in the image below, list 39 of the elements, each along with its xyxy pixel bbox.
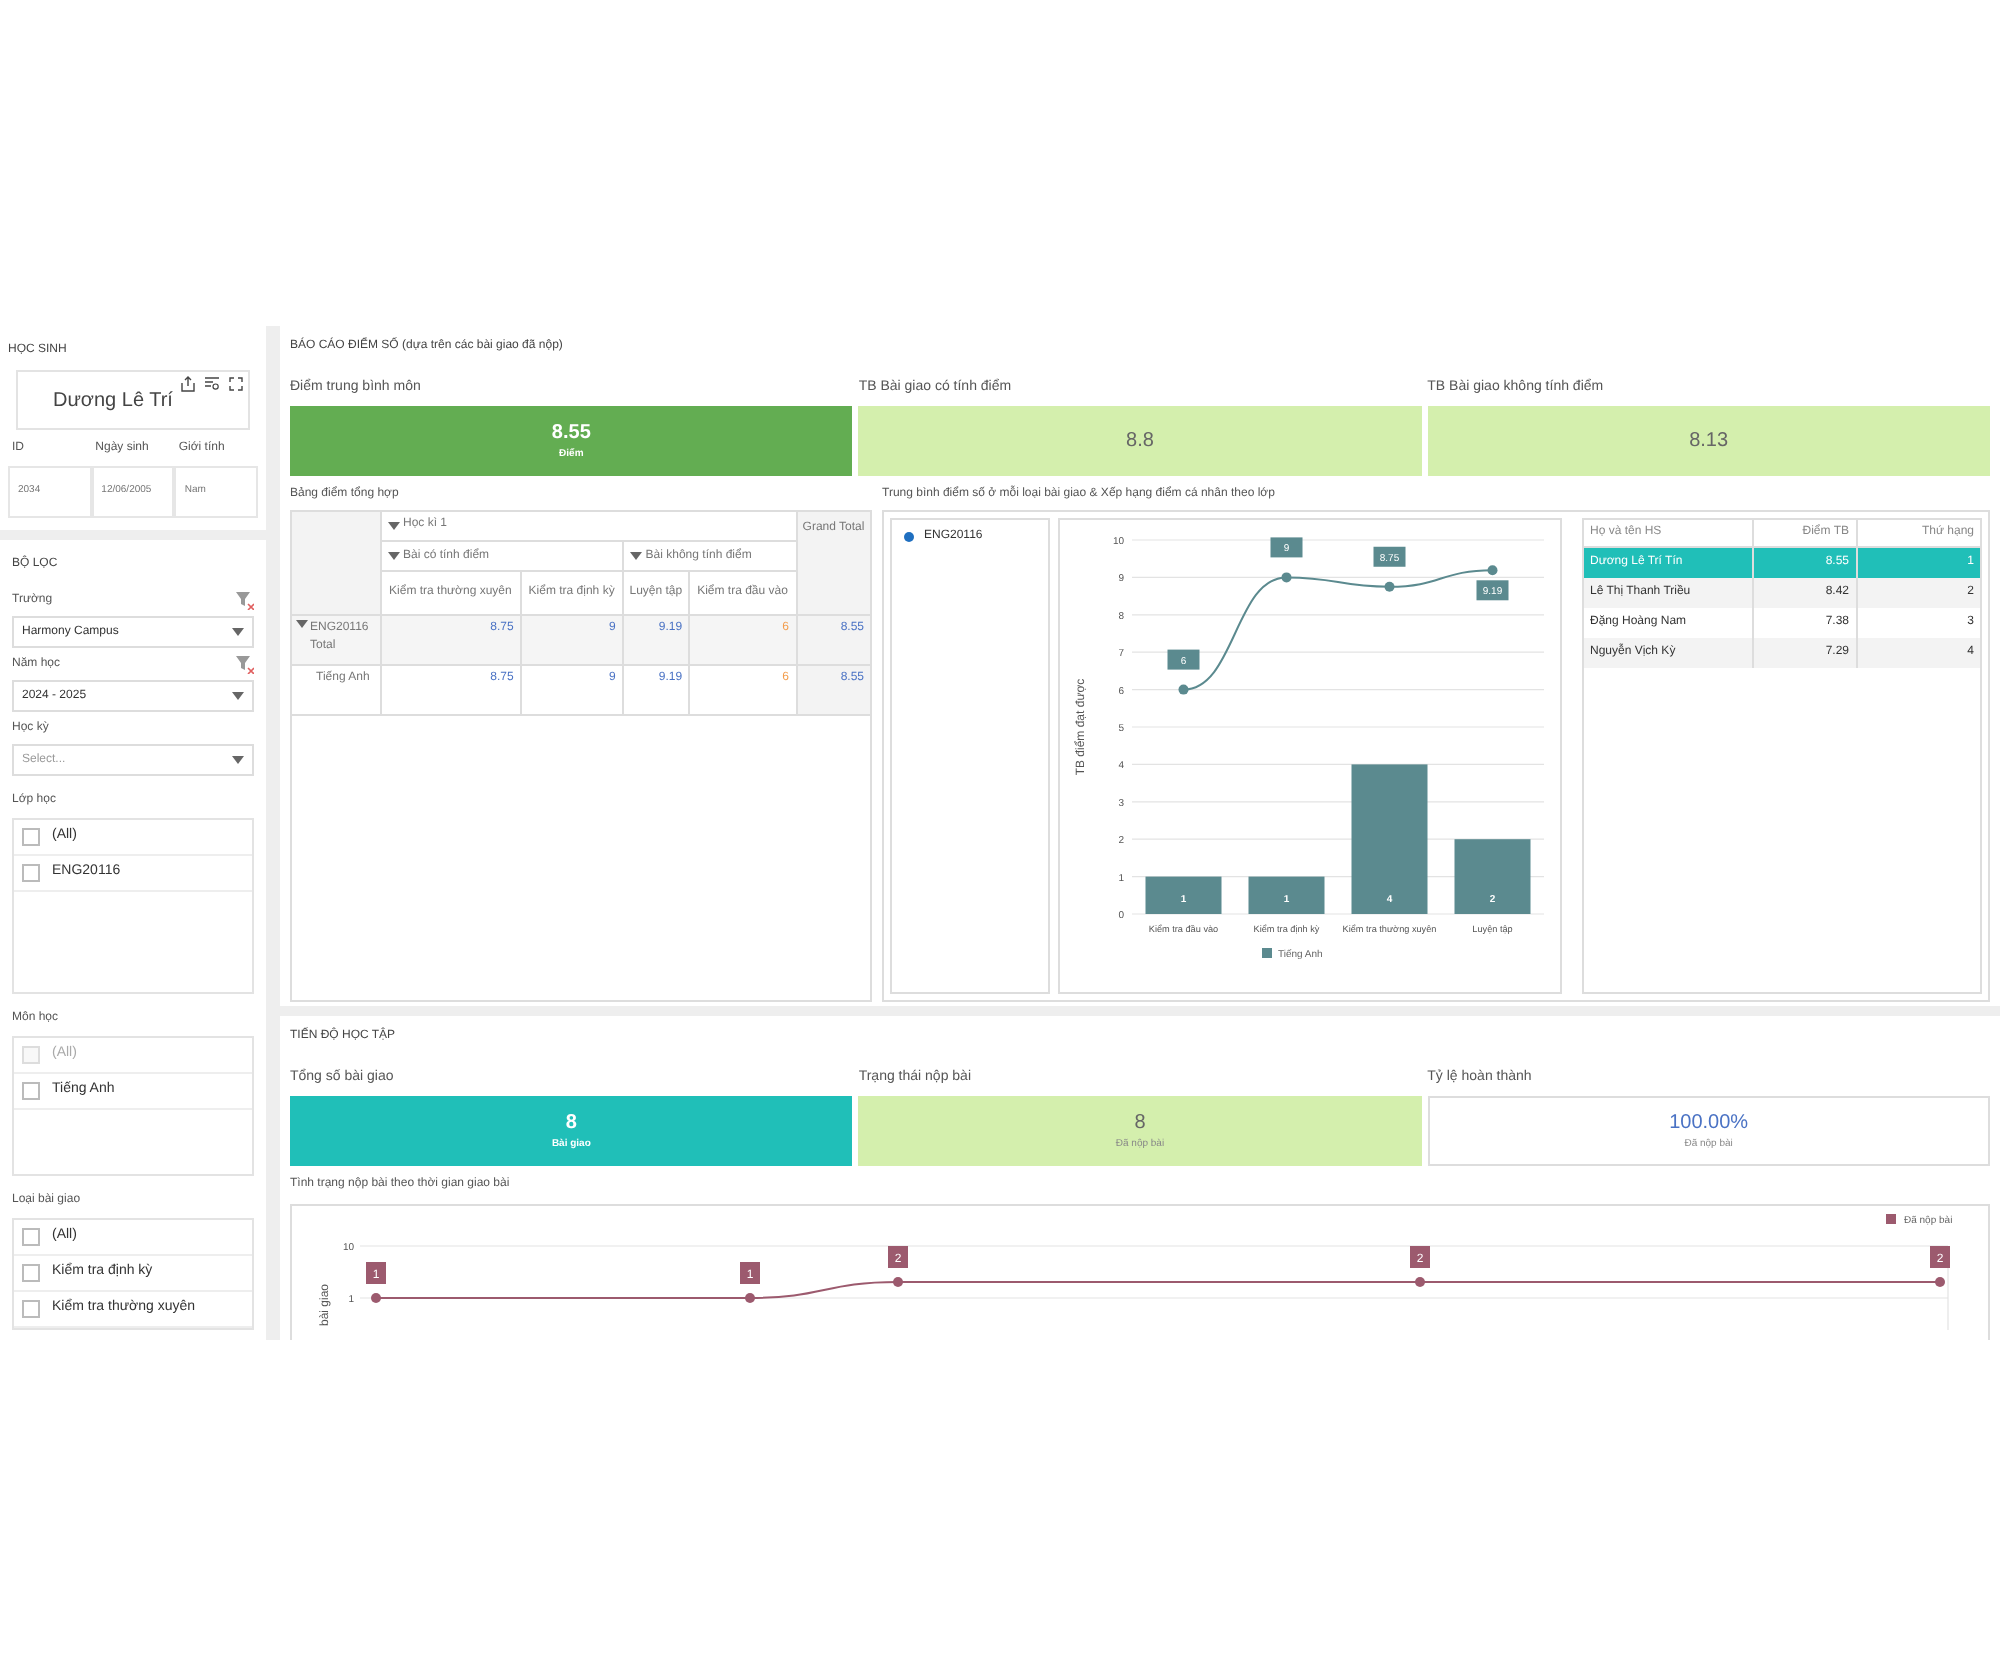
- data-point: [1281, 571, 1292, 582]
- checkbox[interactable]: [22, 864, 40, 882]
- caret-icon: [629, 552, 642, 560]
- caret-icon: [387, 552, 399, 560]
- caret-icon: [296, 620, 308, 628]
- data-point: [1415, 1276, 1425, 1286]
- bar: [1248, 875, 1325, 913]
- data-point: [893, 1276, 903, 1286]
- data-point: [1487, 564, 1498, 575]
- share-icon[interactable]: [180, 376, 196, 392]
- checkbox[interactable]: [22, 1082, 40, 1100]
- fullscreen-icon[interactable]: [228, 376, 244, 392]
- data-point: [1178, 683, 1189, 694]
- bar: [1145, 875, 1222, 913]
- bar: [1454, 838, 1531, 913]
- legend-swatch: [1886, 1213, 1896, 1223]
- legend-swatch: [1262, 947, 1272, 957]
- filter-clear-icon[interactable]: [236, 592, 254, 610]
- data-point: [745, 1292, 755, 1302]
- caret-icon: [232, 628, 244, 636]
- kpi-value: 8.13: [1689, 427, 1729, 455]
- caret-icon: [387, 521, 399, 530]
- kpi-value: 8.8: [1126, 427, 1154, 455]
- student-name: Dương Lê Trí: [53, 387, 175, 415]
- data-point: [1384, 580, 1395, 591]
- kpi-value: 8: [565, 1109, 577, 1138]
- filter-clear-icon[interactable]: [236, 656, 254, 674]
- checkbox[interactable]: [22, 1228, 40, 1246]
- kpi-value: 100.00%: [1669, 1109, 1749, 1138]
- caret-icon: [232, 692, 244, 700]
- checkbox[interactable]: [22, 828, 40, 846]
- kpi-value: 8: [1134, 1109, 1146, 1138]
- checkbox[interactable]: [22, 1264, 40, 1282]
- checkbox[interactable]: [22, 1300, 40, 1318]
- caret-icon: [232, 756, 244, 764]
- data-point: [371, 1292, 381, 1302]
- kpi-value: 8.55: [551, 419, 591, 448]
- filter-list-icon[interactable]: [204, 376, 220, 392]
- data-point: [1935, 1276, 1945, 1286]
